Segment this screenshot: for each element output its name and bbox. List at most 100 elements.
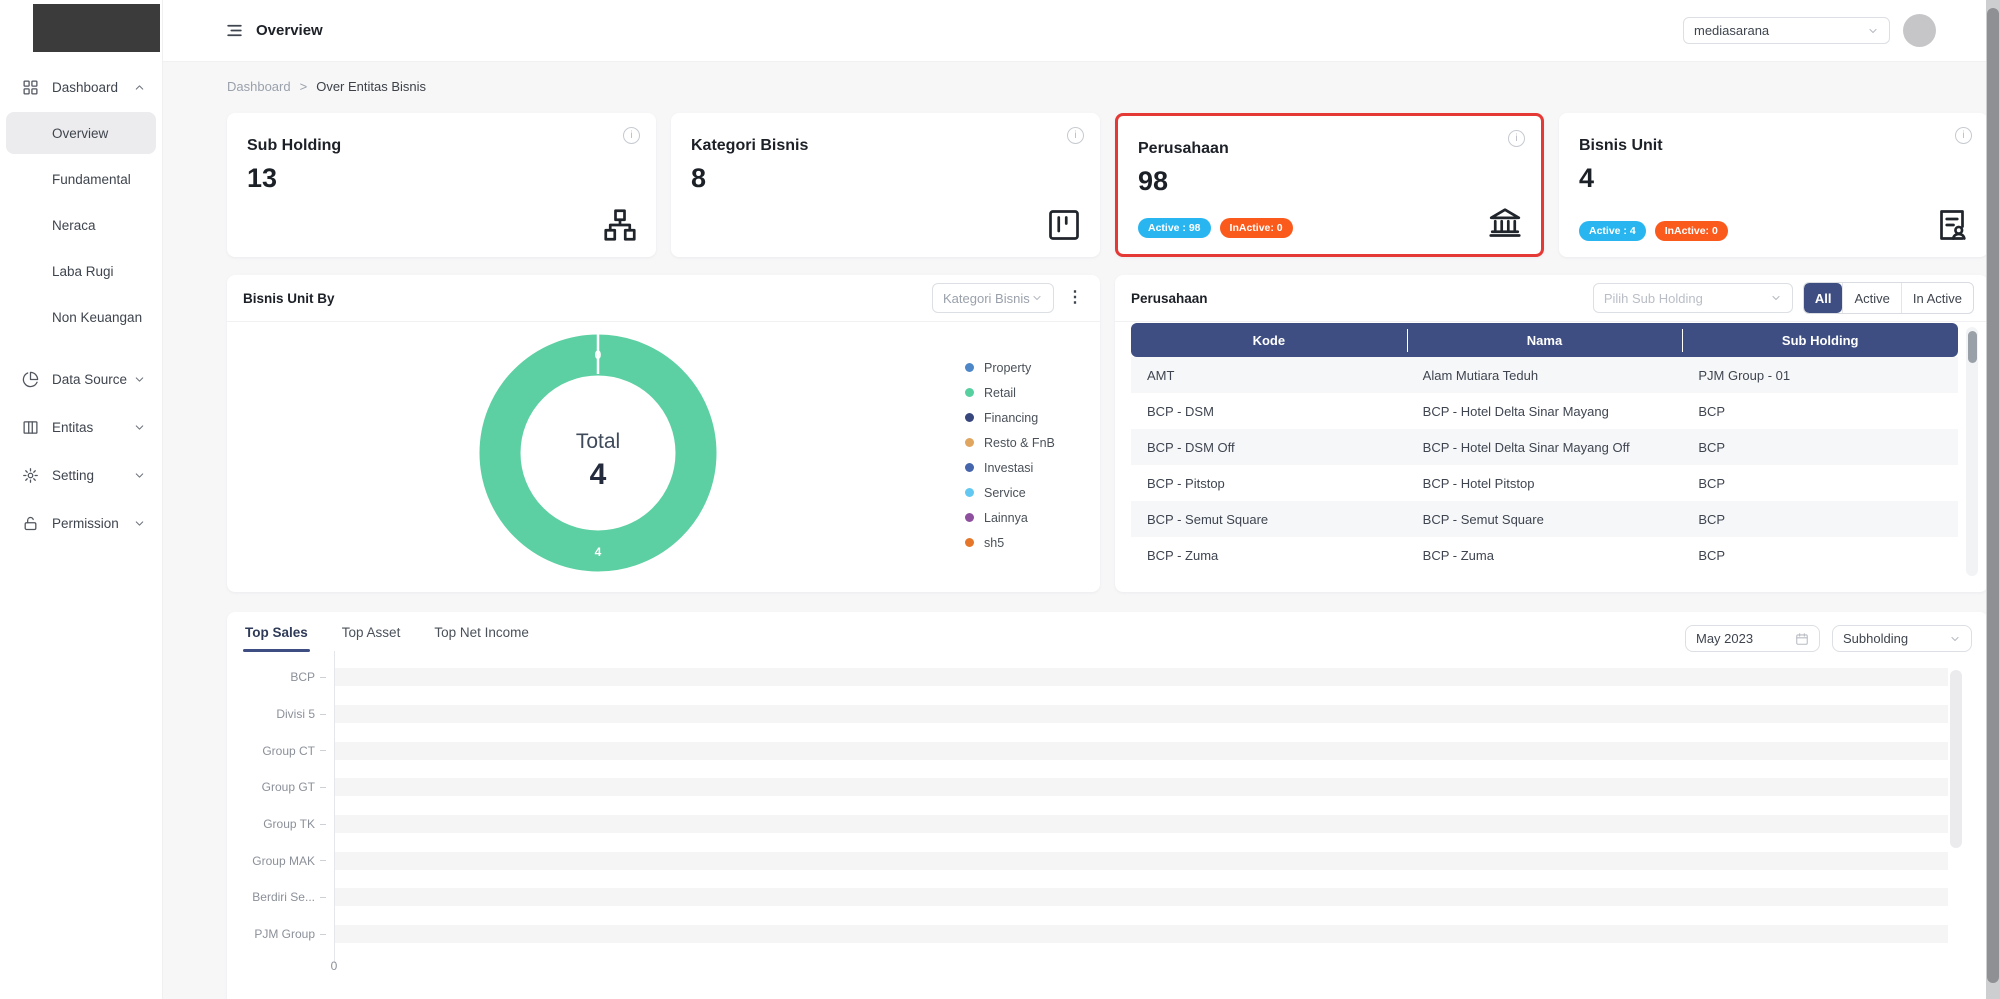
status-filter-segment: AllActiveIn Active (1803, 282, 1974, 314)
info-icon[interactable]: i (1955, 127, 1972, 144)
bar-category-label: Group TK (245, 817, 315, 831)
legend-dot (965, 438, 974, 447)
subholding-select-value: Subholding (1843, 631, 1908, 646)
table-cell: BCP - Pitstop (1131, 476, 1407, 491)
table-row[interactable]: AMTAlam Mutiara TeduhPJM Group - 01 (1131, 357, 1958, 393)
breadcrumb-separator: > (300, 79, 308, 94)
legend-item-property[interactable]: Property (965, 355, 1055, 380)
chevron-down-icon (1031, 292, 1043, 304)
filter-all-button[interactable]: All (1804, 283, 1843, 313)
kebab-menu-icon[interactable]: ⋮ (1064, 290, 1086, 306)
bar-track (334, 852, 1948, 870)
stat-card-bisnis-unit[interactable]: Bisnis Unit4iActive : 4InActive: 0 (1559, 113, 1988, 257)
sidebar-item-overview[interactable]: Overview (6, 112, 156, 154)
topbar-right: mediasarana (1683, 14, 1936, 47)
filter-active-button[interactable]: Active (1842, 283, 1900, 313)
legend-item-lainnya[interactable]: Lainnya (965, 505, 1055, 530)
bar-track (334, 742, 1948, 760)
kategori-bisnis-select[interactable]: Kategori Bisnis (932, 283, 1054, 313)
chevron-down-icon (133, 421, 146, 434)
bar-track (334, 705, 1948, 723)
legend-dot (965, 388, 974, 397)
legend-label: Investasi (984, 461, 1033, 475)
sidebar-item-data-source[interactable]: Data Source (0, 360, 162, 398)
info-icon[interactable]: i (1508, 130, 1525, 147)
legend-item-financing[interactable]: Financing (965, 405, 1055, 430)
table-row[interactable]: BCP - PitstopBCP - Hotel PitstopBCP (1131, 465, 1958, 501)
pilih-sub-holding-select[interactable]: Pilih Sub Holding (1593, 283, 1793, 313)
breadcrumb-parent[interactable]: Dashboard (227, 79, 291, 94)
avatar[interactable] (1903, 14, 1936, 47)
chart-scrollbar[interactable] (1950, 670, 1962, 848)
table-row[interactable]: BCP - DSMBCP - Hotel Delta Sinar MayangB… (1131, 393, 1958, 429)
month-picker-value: May 2023 (1696, 631, 1753, 646)
sidebar-item-dashboard[interactable]: Dashboard (0, 68, 162, 106)
tab-top-net-income[interactable]: Top Net Income (434, 625, 529, 652)
legend-item-resto-fnb[interactable]: Resto & FnB (965, 430, 1055, 455)
bank-icon (1487, 204, 1523, 240)
table-scrollbar[interactable] (1966, 327, 1978, 576)
sidebar-item-fundamental[interactable]: Fundamental (6, 158, 156, 200)
donut-center-label: Total (576, 430, 620, 453)
legend-dot (965, 463, 974, 472)
stat-card-kategori-bisnis[interactable]: Kategori Bisnis8i (671, 113, 1100, 257)
axis-tick (315, 824, 334, 825)
table-row[interactable]: BCP - ZumaBCP - ZumaBCP (1131, 537, 1958, 573)
info-icon[interactable]: i (1067, 127, 1084, 144)
legend-dot (965, 413, 974, 422)
legend-dot (965, 488, 974, 497)
stat-card-value: 13 (247, 163, 636, 194)
sidebar-item-neraca[interactable]: Neraca (6, 204, 156, 246)
donut-chart: 0 4 Total 4 (468, 323, 728, 583)
x-axis-zero-tick: 0 (321, 959, 347, 973)
sitemap-icon (602, 207, 638, 243)
legend-item-service[interactable]: Service (965, 480, 1055, 505)
subholding-select[interactable]: Subholding (1832, 625, 1972, 652)
filter-in-active-button[interactable]: In Active (1901, 283, 1973, 313)
axis-tick (315, 787, 334, 788)
tab-top-asset[interactable]: Top Asset (342, 625, 401, 652)
sidebar-item-non-keuangan[interactable]: Non Keuangan (6, 296, 156, 338)
donut-legend: PropertyRetailFinancingResto & FnB Invest… (965, 355, 1055, 555)
sidebar-item-entitas[interactable]: Entitas (0, 408, 162, 446)
bar-row-pjm-group: PJM Group (245, 916, 1948, 953)
bar-track (334, 668, 1948, 686)
perusahaan-title: Perusahaan (1131, 291, 1208, 306)
page-scrollbar[interactable] (1986, 0, 2000, 999)
bar-row-divisi-5: Divisi 5 (245, 696, 1948, 733)
chevron-down-icon (1949, 633, 1961, 645)
info-icon[interactable]: i (623, 127, 640, 144)
table-cell: BCP - Zuma (1131, 548, 1407, 563)
sidebar-item-setting[interactable]: Setting (0, 456, 162, 494)
table-cell: BCP - Semut Square (1131, 512, 1407, 527)
legend-item-retail[interactable]: Retail (965, 380, 1055, 405)
table-cell: PJM Group - 01 (1682, 368, 1958, 383)
table-row[interactable]: BCP - DSM OffBCP - Hotel Delta Sinar May… (1131, 429, 1958, 465)
menu-toggle-icon[interactable] (225, 21, 244, 40)
bar-category-label: Divisi 5 (245, 707, 315, 721)
axis-tick (315, 897, 334, 898)
table-row[interactable]: BCP - Semut SquareBCP - Semut SquareBCP (1131, 501, 1958, 537)
tab-top-sales[interactable]: Top Sales (245, 625, 308, 652)
columns-icon (22, 419, 39, 436)
chevron-up-icon (133, 81, 146, 94)
legend-item-investasi[interactable]: Investasi (965, 455, 1055, 480)
sidebar-item-permission[interactable]: Permission (0, 504, 162, 542)
stat-card-value: 4 (1579, 163, 1968, 194)
table-cell: AMT (1131, 368, 1407, 383)
pilih-sub-holding-placeholder: Pilih Sub Holding (1604, 291, 1703, 306)
document-user-icon (1934, 207, 1970, 243)
legend-dot (965, 513, 974, 522)
table-cell: BCP (1682, 548, 1958, 563)
stat-card-perusahaan[interactable]: Perusahaan98iActive : 98InActive: 0 (1115, 113, 1544, 257)
bar-row-group-ct: Group CT (245, 732, 1948, 769)
org-select[interactable]: mediasarana (1683, 17, 1890, 44)
page-scrollbar-thumb[interactable] (1987, 8, 1999, 983)
month-picker[interactable]: May 2023 (1685, 625, 1820, 652)
legend-item-sh5[interactable]: sh5 (965, 530, 1055, 555)
stat-card-sub-holding[interactable]: Sub Holding13i (227, 113, 656, 257)
table-scrollbar-thumb[interactable] (1968, 331, 1977, 363)
donut-ring-segment[interactable] (500, 355, 696, 551)
sidebar-item-label: Dashboard (52, 80, 118, 95)
sidebar-item-laba-rugi[interactable]: Laba Rugi (6, 250, 156, 292)
